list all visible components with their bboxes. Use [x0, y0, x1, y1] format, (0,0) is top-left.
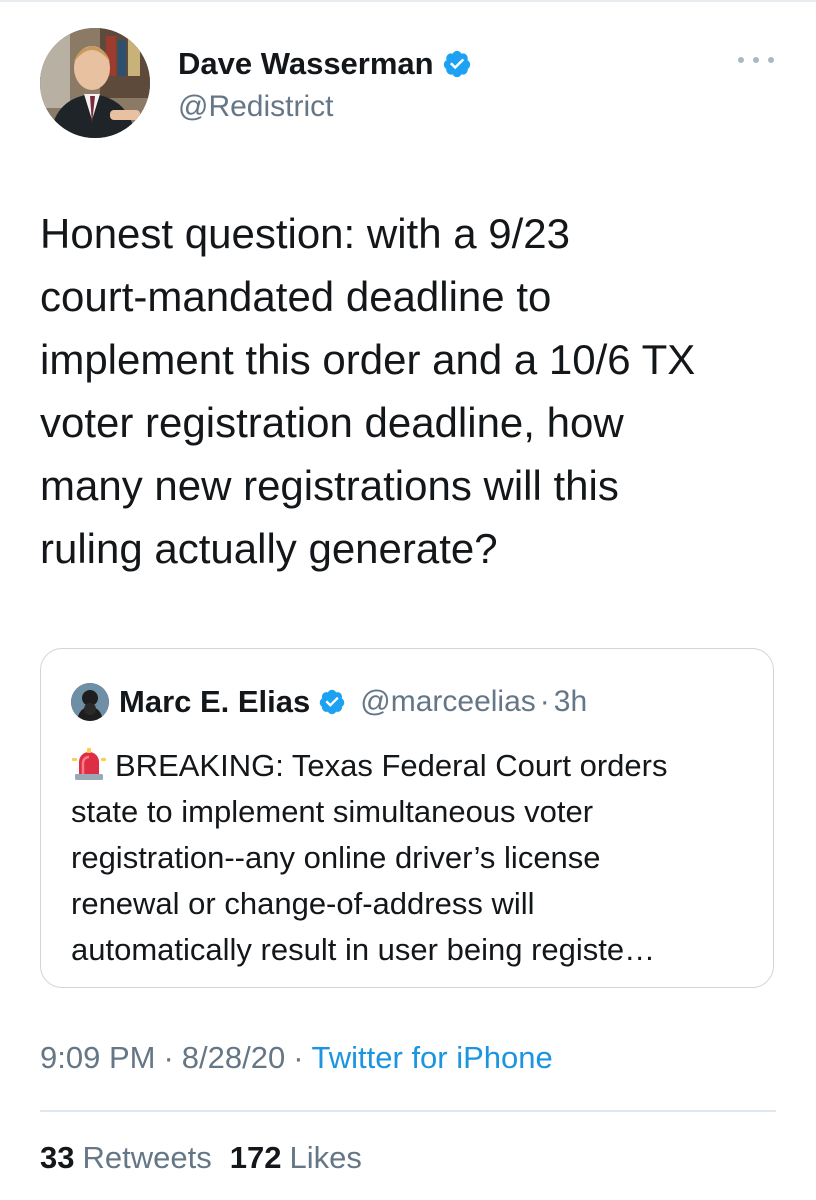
top-divider — [0, 0, 816, 2]
quoted-text-line-text: BREAKING: Texas Federal Court orders — [115, 748, 668, 783]
tweet-text-line: court-mandated deadline to — [40, 273, 552, 320]
likes-label: Likes — [289, 1140, 362, 1175]
quoted-timestamp[interactable]: 3h — [554, 685, 587, 719]
quoted-tweet-text: BREAKING: Texas Federal Court orders sta… — [71, 743, 751, 973]
quoted-text-line: state to implement simultaneous voter — [71, 794, 594, 829]
meta-separator: · — [163, 1040, 174, 1075]
verified-badge-icon — [443, 50, 470, 78]
quoted-author-name[interactable]: Marc E. Elias — [119, 684, 310, 720]
quoted-text-line: BREAKING: Texas Federal Court orders — [71, 743, 751, 789]
quoted-author-avatar[interactable] — [71, 683, 109, 721]
likes-count: 172 — [229, 1140, 282, 1175]
tweet-text-line: ruling actually generate? — [40, 525, 498, 572]
meta-separator: · — [293, 1040, 304, 1075]
author-name[interactable]: Dave Wasserman — [178, 46, 472, 82]
quoted-author-handle[interactable]: @marceelias — [360, 685, 536, 719]
tweet-text-line: Honest question: with a 9/23 — [40, 210, 571, 257]
tweet-meta: 9:09 PM · 8/28/20 · Twitter for iPhone — [40, 1040, 553, 1076]
tweet-text: Honest question: with a 9/23 court-manda… — [40, 202, 780, 580]
author-avatar[interactable] — [40, 28, 150, 138]
siren-emoji-icon — [72, 748, 106, 780]
retweets-stat[interactable]: 33 Retweets — [40, 1140, 212, 1175]
retweets-count: 33 — [40, 1140, 75, 1175]
tweet-source-link[interactable]: Twitter for iPhone — [312, 1040, 553, 1075]
quoted-tweet-card[interactable]: Marc E. Elias @marceelias · 3h BREAKING:… — [40, 648, 774, 988]
author-handle[interactable]: @Redistrict — [178, 90, 333, 124]
quoted-tweet-header: Marc E. Elias @marceelias · 3h — [71, 683, 587, 721]
likes-stat[interactable]: 172 Likes — [230, 1140, 362, 1175]
tweet-date[interactable]: 8/28/20 — [182, 1040, 285, 1075]
more-options-icon[interactable] — [738, 52, 774, 68]
stats-divider — [40, 1110, 776, 1112]
quoted-text-line: renewal or change-of-address will — [71, 886, 535, 921]
quoted-separator: · — [539, 685, 550, 718]
tweet-text-line: voter registration deadline, how — [40, 399, 624, 446]
tweet-time[interactable]: 9:09 PM — [40, 1040, 155, 1075]
tweet-text-line: implement this order and a 10/6 TX — [40, 336, 696, 383]
verified-badge-icon — [320, 689, 345, 715]
quoted-text-line: registration--any online driver’s licens… — [71, 840, 601, 875]
tweet-stats: 33 Retweets 172 Likes — [40, 1140, 362, 1176]
tweet-text-line: many new registrations will this — [40, 462, 619, 509]
quoted-text-line: automatically result in user being regis… — [71, 932, 656, 967]
retweets-label: Retweets — [82, 1140, 212, 1175]
author-name-text[interactable]: Dave Wasserman — [178, 46, 434, 82]
